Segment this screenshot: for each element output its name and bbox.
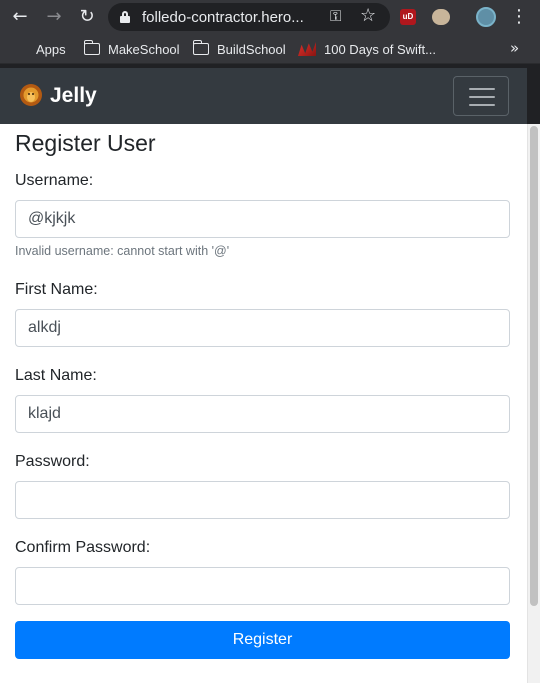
back-arrow-icon[interactable]: ← <box>10 7 30 27</box>
confirm-password-label: Confirm Password: <box>15 539 151 556</box>
username-label: Username: <box>15 172 94 189</box>
key-icon[interactable]: ⚿ <box>330 7 341 25</box>
swift-logo-icon <box>298 42 316 56</box>
bookmarks-bar: Apps MakeSchool BuildSchool 100 Days of … <box>0 34 540 64</box>
profile-avatar[interactable] <box>476 7 496 27</box>
navbar-toggle-button[interactable] <box>453 76 509 116</box>
bookmark-label: Apps <box>36 41 66 57</box>
lion-logo-icon[interactable] <box>20 82 42 108</box>
bookmark-label: BuildSchool <box>217 41 286 57</box>
scrollbar-thumb[interactable] <box>530 126 538 606</box>
site-navbar: Jelly <box>0 68 527 124</box>
username-input[interactable] <box>15 200 510 238</box>
url-text[interactable]: folledo-contractor.hero... <box>142 9 322 26</box>
bookmark-label: MakeSchool <box>108 41 180 57</box>
brand-name[interactable]: Jelly <box>50 84 97 108</box>
lock-icon[interactable] <box>120 11 130 23</box>
browser-toolbar: ← → ↻ folledo-contractor.hero... ⚿ ☆ uD … <box>0 0 540 34</box>
password-label: Password: <box>15 453 90 470</box>
forward-arrow-icon[interactable]: → <box>44 7 64 27</box>
register-page: Register User Username: Invalid username… <box>0 124 527 683</box>
bookmark-label: 100 Days of Swift... <box>324 41 436 57</box>
username-error-text: Invalid username: cannot start with '@' <box>15 244 230 258</box>
reload-icon[interactable]: ↻ <box>77 7 97 27</box>
address-bar[interactable]: folledo-contractor.hero... ⚿ ☆ <box>108 3 390 31</box>
page-title: Register User <box>15 130 156 156</box>
hamburger-icon <box>469 88 495 90</box>
bookmark-star-icon[interactable]: ☆ <box>360 5 376 26</box>
password-input[interactable] <box>15 481 510 519</box>
register-button[interactable]: Register <box>15 621 510 659</box>
apps-grid-icon <box>14 42 28 56</box>
page-scrollbar[interactable] <box>527 124 540 683</box>
last-name-input[interactable] <box>15 395 510 433</box>
bookmark-100-days-of-swift[interactable]: 100 Days of Swift... <box>298 41 436 57</box>
ublock-extension-icon[interactable]: uD <box>400 9 416 25</box>
folder-icon <box>84 40 100 55</box>
bookmark-makeschool[interactable]: MakeSchool <box>84 40 180 57</box>
more-bookmarks-chevron-icon[interactable]: » <box>510 39 519 57</box>
folder-icon <box>193 40 209 55</box>
bookmark-apps[interactable]: Apps <box>14 41 66 57</box>
bookmark-buildschool[interactable]: BuildSchool <box>193 40 286 57</box>
extension-icon[interactable] <box>432 9 450 25</box>
first-name-input[interactable] <box>15 309 510 347</box>
menu-dots-icon[interactable]: ⋮ <box>510 7 528 27</box>
last-name-label: Last Name: <box>15 367 97 384</box>
confirm-password-input[interactable] <box>15 567 510 605</box>
first-name-label: First Name: <box>15 281 98 298</box>
